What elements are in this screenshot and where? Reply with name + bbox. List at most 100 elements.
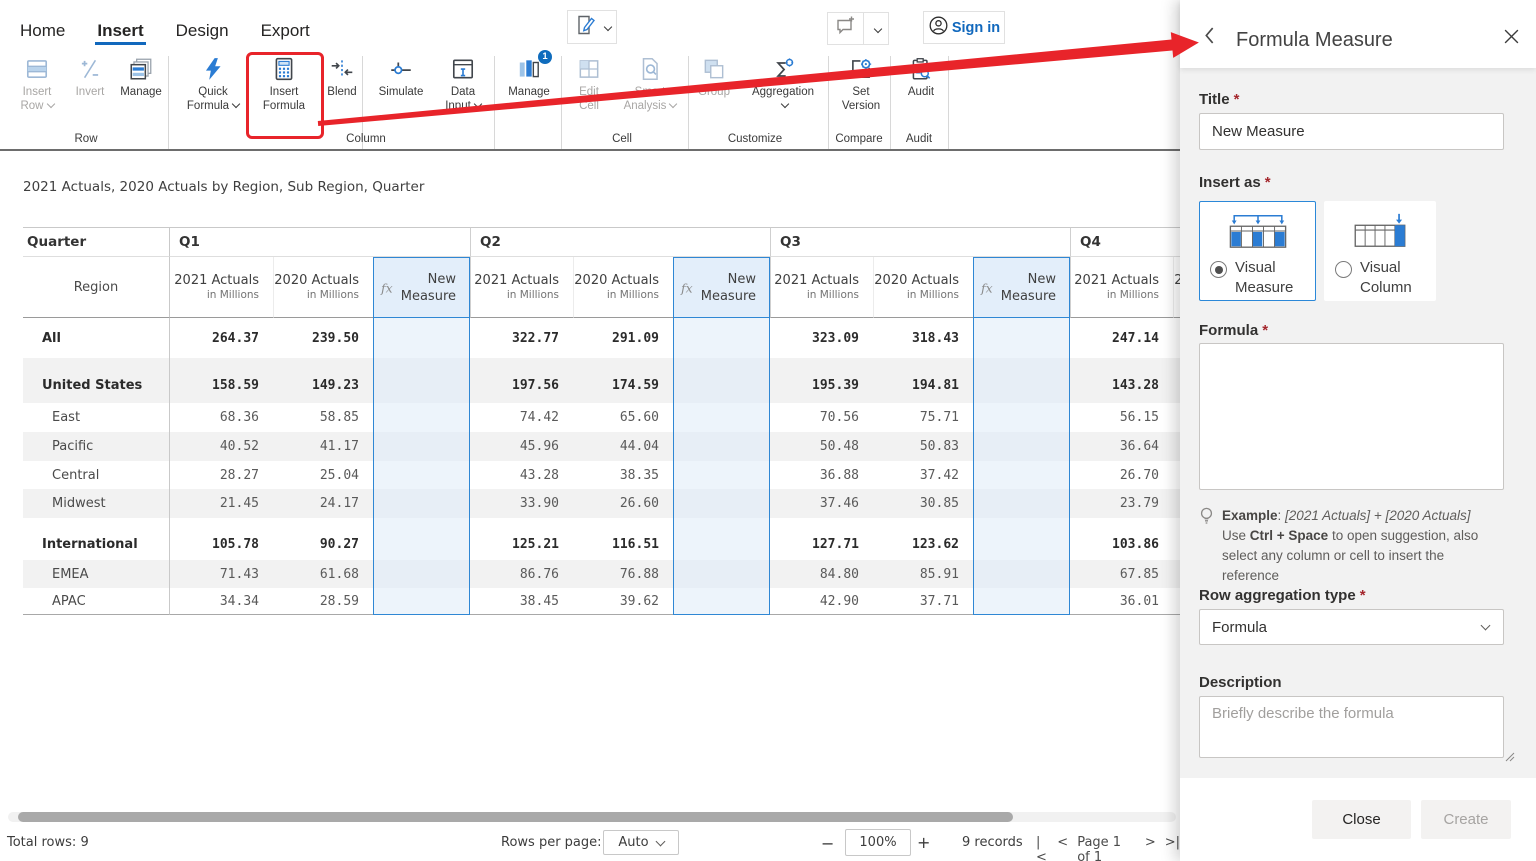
data-cell[interactable]: 323.09 (770, 318, 873, 358)
close-button[interactable]: Close (1312, 800, 1411, 839)
column-header-2020[interactable]: 2020 Actualsin Millions (873, 257, 973, 318)
option-visual-column[interactable]: Visual Column (1324, 201, 1436, 301)
new-measure-cell[interactable] (973, 528, 1070, 560)
new-measure-cell[interactable] (973, 358, 1070, 368)
new-measure-cell[interactable] (373, 403, 470, 432)
sign-in-button[interactable]: Sign in (923, 11, 1005, 44)
data-cell[interactable]: 38.35 (573, 461, 673, 489)
new-measure-cell[interactable] (673, 489, 770, 518)
data-cell[interactable]: 41.17 (273, 432, 373, 461)
data-cell[interactable]: 116.51 (573, 528, 673, 560)
ribbon-button-set-version[interactable]: Set Version (832, 54, 890, 132)
new-measure-cell[interactable] (373, 588, 470, 615)
data-cell[interactable]: 70.56 (770, 403, 873, 432)
data-cell[interactable]: 40.52 (170, 432, 273, 461)
radio-visual-column[interactable] (1335, 261, 1352, 278)
data-cell[interactable]: 174.59 (573, 368, 673, 403)
new-measure-cell[interactable] (373, 318, 470, 358)
scrollbar-thumb[interactable] (18, 812, 1013, 822)
radio-visual-measure[interactable] (1210, 261, 1227, 278)
data-cell[interactable]: 105.78 (170, 528, 273, 560)
new-measure-cell[interactable] (673, 461, 770, 489)
pagination-first[interactable]: |< (1036, 835, 1048, 861)
data-cell[interactable]: 318.43 (873, 318, 973, 358)
data-cell[interactable] (1173, 318, 1180, 358)
ribbon-button-manage-row[interactable]: Manage (114, 54, 168, 132)
ribbon-button-audit[interactable]: Audit (894, 54, 948, 132)
data-cell[interactable]: 68.36 (170, 403, 273, 432)
row-dimension-header[interactable]: Region (23, 257, 170, 318)
zoom-level[interactable]: 100% (845, 829, 911, 856)
data-cell[interactable] (1173, 560, 1180, 588)
data-cell[interactable]: 43.28 (470, 461, 573, 489)
new-measure-cell[interactable] (673, 560, 770, 588)
row-aggregation-select[interactable]: Formula (1199, 609, 1504, 645)
data-cell[interactable]: 21.45 (170, 489, 273, 518)
close-icon[interactable] (1503, 28, 1520, 50)
data-cell[interactable] (1173, 588, 1180, 615)
new-measure-cell[interactable] (373, 358, 470, 368)
data-cell[interactable] (1173, 432, 1180, 461)
rows-per-page-select[interactable]: Auto (603, 830, 679, 855)
ribbon-button-aggregation[interactable]: Aggregation (740, 54, 826, 132)
data-cell[interactable]: 36.01 (1070, 588, 1173, 615)
new-measure-cell[interactable] (973, 518, 1070, 528)
row-header-emea[interactable]: EMEA (23, 560, 170, 588)
column-header-2021[interactable]: 2021 Actuals in Millions (1070, 257, 1173, 318)
add-comment-button[interactable] (827, 12, 864, 45)
new-measure-cell[interactable] (373, 518, 470, 528)
new-measure-header[interactable]: fx New Measure (373, 257, 470, 318)
new-measure-cell[interactable] (973, 588, 1070, 615)
data-cell[interactable]: 30.85 (873, 489, 973, 518)
data-cell[interactable]: 36.88 (770, 461, 873, 489)
new-measure-cell[interactable] (673, 358, 770, 368)
data-cell[interactable]: 74.42 (470, 403, 573, 432)
data-cell[interactable]: 37.46 (770, 489, 873, 518)
zoom-in-button[interactable]: + (917, 833, 930, 852)
ribbon-button-data-input[interactable]: Data Input (434, 54, 492, 132)
quarter-header-q4[interactable]: Q4 (1070, 227, 1180, 257)
data-cell[interactable]: 45.96 (470, 432, 573, 461)
data-cell[interactable]: 23.79 (1070, 489, 1173, 518)
data-cell[interactable]: 195.39 (770, 368, 873, 403)
data-cell[interactable]: 71.43 (170, 560, 273, 588)
new-measure-cell[interactable] (973, 560, 1070, 588)
data-cell[interactable]: 67.85 (1070, 560, 1173, 588)
new-measure-cell[interactable] (373, 560, 470, 588)
new-measure-cell[interactable] (373, 432, 470, 461)
tab-export[interactable]: Export (259, 9, 312, 50)
new-measure-cell[interactable] (373, 528, 470, 560)
data-cell[interactable]: 28.27 (170, 461, 273, 489)
data-cell[interactable]: 197.56 (470, 368, 573, 403)
tab-home[interactable]: Home (18, 9, 67, 50)
zoom-out-button[interactable]: − (821, 834, 834, 853)
description-input[interactable] (1199, 696, 1504, 758)
new-measure-cell[interactable] (673, 432, 770, 461)
data-cell[interactable]: 56.15 (1070, 403, 1173, 432)
data-cell[interactable]: 158.59 (170, 368, 273, 403)
new-measure-cell[interactable] (973, 489, 1070, 518)
data-cell[interactable]: 38.45 (470, 588, 573, 615)
tab-design[interactable]: Design (174, 9, 231, 50)
data-cell[interactable]: 33.90 (470, 489, 573, 518)
column-header-2021[interactable]: 2021 Actuals in Millions (170, 257, 273, 318)
new-measure-cell[interactable] (973, 461, 1070, 489)
data-cell[interactable]: 90.27 (273, 528, 373, 560)
data-cell[interactable]: 76.88 (573, 560, 673, 588)
column-header-2021[interactable]: 2021 Actuals in Millions (770, 257, 873, 318)
new-measure-cell[interactable] (673, 528, 770, 560)
new-measure-cell[interactable] (673, 518, 770, 528)
ribbon-button-blend[interactable]: Blend (320, 54, 364, 132)
data-cell[interactable]: 86.76 (470, 560, 573, 588)
data-cell[interactable]: 26.70 (1070, 461, 1173, 489)
new-measure-cell[interactable] (673, 588, 770, 615)
data-cell[interactable] (1173, 528, 1180, 560)
new-measure-cell[interactable] (973, 368, 1070, 403)
data-cell[interactable]: 103.86 (1070, 528, 1173, 560)
row-header-midwest[interactable]: Midwest (23, 489, 170, 518)
edit-note-button[interactable] (567, 10, 617, 44)
new-measure-cell[interactable] (973, 403, 1070, 432)
data-cell[interactable]: 65.60 (573, 403, 673, 432)
data-cell[interactable]: 42.90 (770, 588, 873, 615)
data-cell[interactable]: 322.77 (470, 318, 573, 358)
